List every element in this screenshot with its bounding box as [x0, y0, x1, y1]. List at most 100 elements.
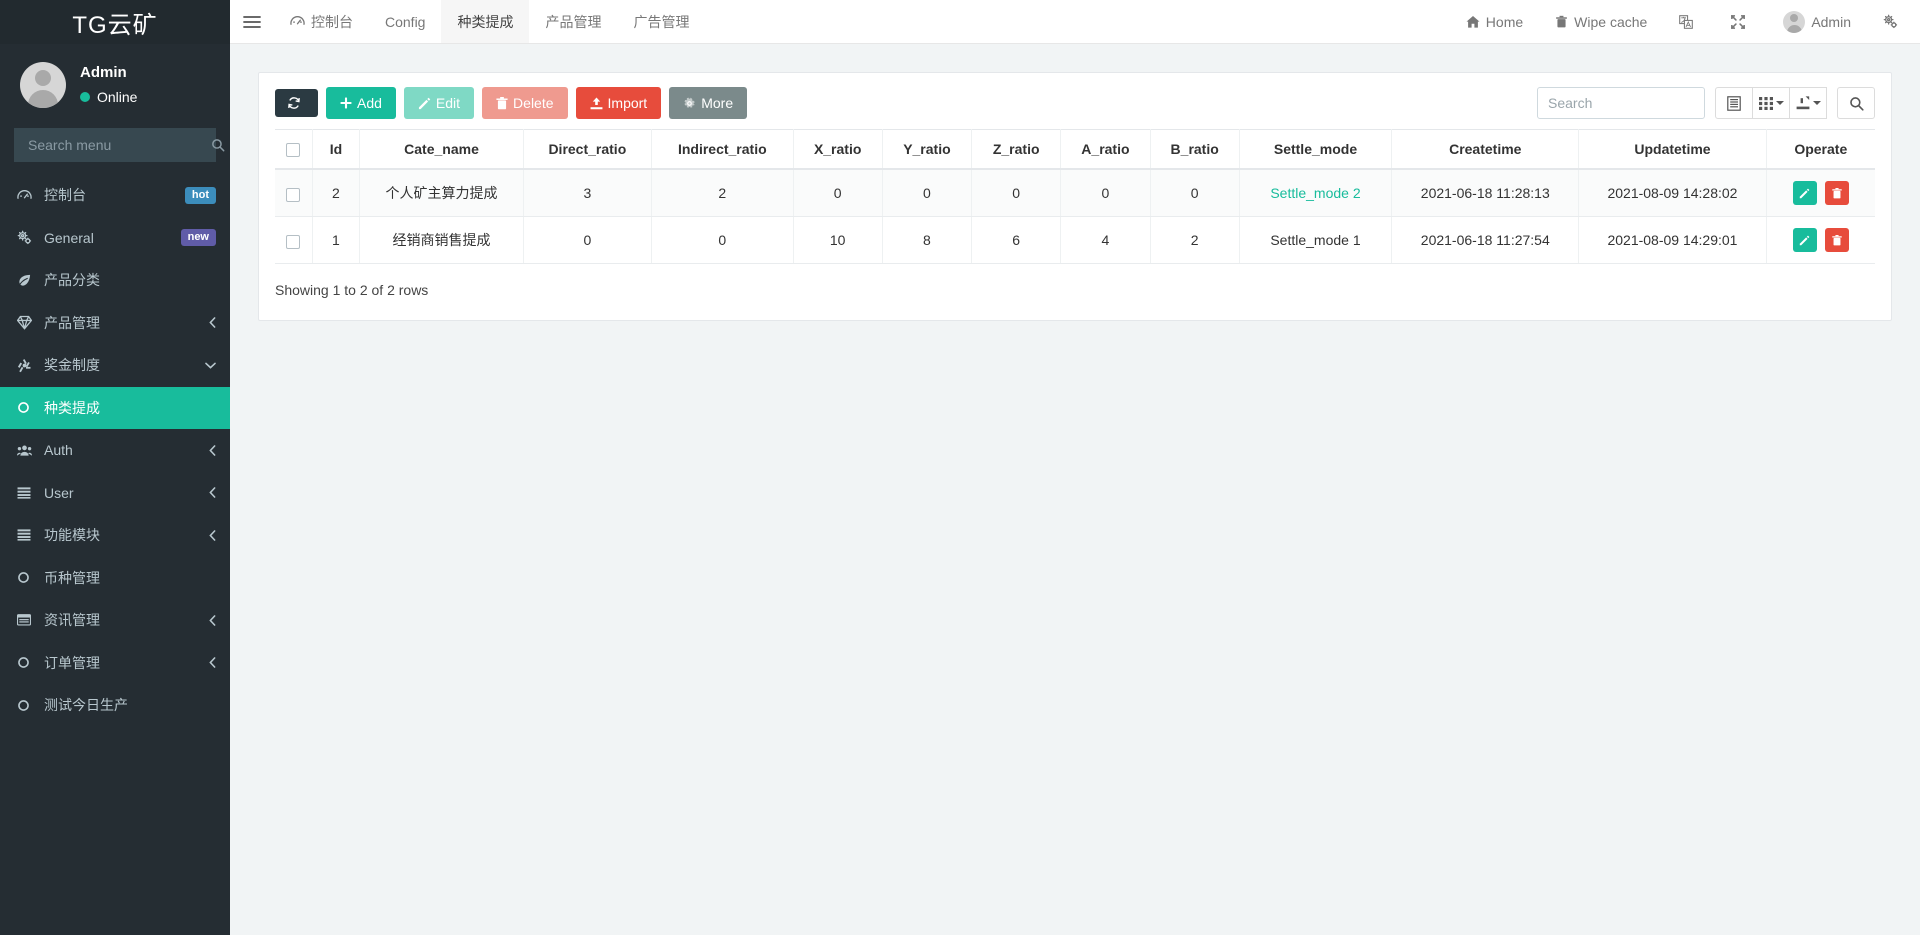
sidebar-item-4[interactable]: 产品管理 [0, 302, 230, 345]
more-button[interactable]: More [669, 87, 748, 120]
sidebar-item-10[interactable]: 币种管理 [0, 557, 230, 600]
column-header-b_ratio[interactable]: B_ratio [1150, 129, 1240, 171]
grid-icon[interactable] [1752, 87, 1790, 120]
sidebar-item-label: 控制台 [44, 187, 86, 204]
menu-search[interactable] [14, 128, 225, 162]
column-header-cate_name[interactable]: Cate_name [359, 129, 524, 171]
sidebar-item-5[interactable]: 奖金制度 [0, 344, 230, 387]
row-edit-button[interactable] [1792, 228, 1817, 253]
user-status-label: Online [97, 89, 138, 106]
refresh-icon [287, 96, 301, 110]
edit-button[interactable]: Edit [403, 87, 475, 120]
row-delete-button[interactable] [1824, 228, 1849, 253]
sidebar-item-label: 资讯管理 [44, 612, 100, 629]
cell-indirect_ratio: 0 [651, 216, 794, 265]
cell-settle_mode: Settle_mode 1 [1239, 216, 1393, 265]
circle-o-icon [17, 699, 41, 712]
nav-action-2[interactable]: Wipe cache [1539, 0, 1663, 43]
sidebar-item-label: 测试今日生产 [44, 697, 128, 714]
select-all-header[interactable] [275, 129, 313, 171]
column-header-a_ratio[interactable]: A_ratio [1060, 129, 1151, 171]
column-header-createtime[interactable]: Createtime [1391, 129, 1580, 171]
table-body: 2 个人矿主算力提成 3 2 0 0 0 0 0 Settle_mode 2 2021-06-18 … [275, 169, 1875, 265]
row-edit-button[interactable] [1792, 181, 1817, 206]
nav-tab-3[interactable]: 种类提成 [441, 0, 530, 43]
row-select-cell[interactable] [275, 216, 313, 265]
data-table: Id Cate_name Direct_ratio Indirect_ratio X_r… [275, 129, 1875, 265]
row-select-cell[interactable] [275, 169, 313, 218]
leaf-icon [17, 273, 41, 288]
toolbar-right [1537, 87, 1875, 120]
table-row[interactable]: 1 经销商销售提成 0 0 10 8 6 4 2 Settle_mode 1 2021-06-18 … [275, 216, 1875, 265]
nav-action-4[interactable] [1715, 0, 1767, 43]
sidebar-item-13[interactable]: 测试今日生产 [0, 684, 230, 727]
hamburger-icon[interactable] [230, 0, 274, 43]
nav-tab-5[interactable]: 广告管理 [617, 0, 705, 43]
export-icon[interactable] [1789, 87, 1827, 120]
column-header-updatetime[interactable]: Updatetime [1578, 129, 1767, 171]
upload-icon [590, 97, 603, 110]
column-header-direct_ratio[interactable]: Direct_ratio [523, 129, 653, 171]
sidebar-item-12[interactable]: 订单管理 [0, 642, 230, 685]
nav-tabs: 控制台 Config 种类提成 产品管理 广告管理 [274, 0, 705, 43]
brand-logo[interactable]: TG云矿 [0, 0, 230, 44]
fullscreen-icon [1731, 14, 1746, 29]
chevron-left-icon [209, 444, 216, 456]
column-header-z_ratio[interactable]: Z_ratio [971, 129, 1062, 171]
sidebar-item-2[interactable]: General new [0, 217, 230, 260]
sidebar-item-1[interactable]: 控制台 hot [0, 174, 230, 217]
delete-button[interactable]: Delete [482, 87, 568, 120]
search-icon[interactable] [211, 138, 225, 152]
nav-tab-2[interactable]: Config [369, 0, 441, 43]
circle-o-icon [17, 401, 41, 414]
chevron-down-icon [1812, 101, 1821, 106]
search-icon[interactable] [1837, 87, 1875, 120]
nav-action-label: Wipe cache [1574, 13, 1648, 30]
nav-action-5[interactable]: Admin [1767, 0, 1867, 43]
cell-a_ratio: 0 [1060, 169, 1151, 218]
column-header-settle_mode[interactable]: Settle_mode [1239, 129, 1393, 171]
more-label: More [701, 95, 734, 111]
chevron-left-icon [209, 529, 216, 541]
refresh-button[interactable] [275, 89, 318, 118]
nav-tab-4[interactable]: 产品管理 [529, 0, 617, 43]
columns-toggle-icon[interactable] [1715, 87, 1753, 120]
sidebar-item-9[interactable]: 功能模块 [0, 514, 230, 557]
search-input[interactable] [1537, 87, 1705, 120]
cell-createtime: 2021-06-18 11:27:54 [1391, 216, 1580, 265]
search-menu-input[interactable] [26, 136, 211, 154]
cell-updatetime: 2021-08-09 14:29:01 [1578, 216, 1767, 265]
column-header-y_ratio[interactable]: Y_ratio [882, 129, 973, 171]
row-delete-button[interactable] [1824, 181, 1849, 206]
nav-action-1[interactable]: Home [1450, 0, 1539, 43]
nav-action-6[interactable] [1867, 0, 1920, 43]
column-header-x_ratio[interactable]: X_ratio [793, 129, 883, 171]
edit-label: Edit [435, 95, 461, 111]
import-button[interactable]: Import [575, 87, 662, 120]
nav-action-3[interactable] [1663, 0, 1715, 43]
sidebar-item-8[interactable]: User [0, 472, 230, 515]
sidebar-item-7[interactable]: Auth [0, 429, 230, 472]
sidebar-item-3[interactable]: 产品分类 [0, 259, 230, 302]
table-row[interactable]: 2 个人矿主算力提成 3 2 0 0 0 0 0 Settle_mode 2 2021-06-18 … [275, 169, 1875, 218]
diamond-icon [17, 315, 41, 330]
row-checkbox[interactable] [286, 187, 301, 202]
nav-tab-1[interactable]: 控制台 [274, 0, 369, 43]
sidebar-item-6[interactable]: 种类提成 [0, 386, 230, 429]
column-header-indirect_ratio[interactable]: Indirect_ratio [651, 129, 794, 171]
cell-x_ratio: 10 [793, 216, 883, 265]
circle-o-icon [17, 571, 41, 584]
sidebar-badge: new [180, 229, 216, 247]
user-name: Admin [80, 64, 127, 82]
row-count-label: Showing 1 to 2 of 2 rows [275, 282, 429, 299]
column-header-id[interactable]: Id [312, 129, 361, 171]
cell-cate_name: 个人矿主算力提成 [359, 169, 524, 218]
add-button[interactable]: Add [326, 87, 396, 120]
search-toggle-group [1827, 87, 1875, 120]
select-all-checkbox[interactable] [286, 143, 301, 158]
cell-settle_mode[interactable]: Settle_mode 2 [1239, 169, 1393, 218]
sidebar-item-11[interactable]: 资讯管理 [0, 599, 230, 642]
column-header-operate[interactable]: Operate [1766, 129, 1875, 171]
avatar [20, 62, 66, 108]
row-checkbox[interactable] [286, 234, 301, 249]
